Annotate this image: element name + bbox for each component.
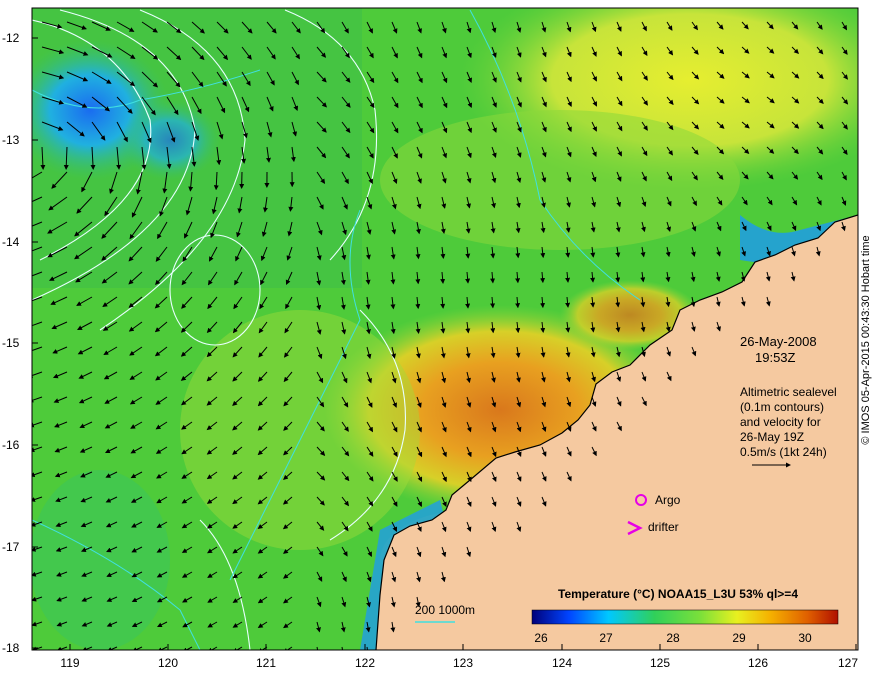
svg-text:26-May 19Z: 26-May 19Z [740, 430, 804, 444]
map-date: 26-May-2008 [740, 334, 817, 349]
svg-text:126: 126 [748, 656, 768, 670]
velocity-scale-label: 0.5m/s (1kt 24h) [740, 445, 827, 459]
plot-area [32, 8, 858, 650]
svg-text:125: 125 [650, 656, 670, 670]
svg-text:27: 27 [599, 631, 613, 645]
colorbar-title: Temperature (°C) NOAA15_L3U 53% ql>=4 [558, 587, 798, 601]
svg-text:124: 124 [552, 656, 572, 670]
bathy-label: 200 1000m [415, 603, 475, 617]
map-time: 19:53Z [755, 350, 796, 365]
svg-text:30: 30 [798, 631, 812, 645]
svg-text:120: 120 [158, 656, 178, 670]
svg-text:-15: -15 [2, 336, 20, 350]
colorbar [531, 609, 839, 625]
svg-text:29: 29 [732, 631, 746, 645]
svg-text:123: 123 [453, 656, 473, 670]
credit-text: © IMOS 05-Apr-2015 00:43:30 Hobart time [860, 235, 872, 445]
svg-text:26: 26 [534, 631, 548, 645]
svg-text:-18: -18 [2, 641, 20, 655]
svg-text:-17: -17 [2, 540, 20, 554]
svg-text:127: 127 [838, 656, 858, 670]
svg-text:-12: -12 [2, 31, 20, 45]
svg-text:-14: -14 [2, 235, 20, 249]
svg-text:28: 28 [666, 631, 680, 645]
argo-label: Argo [655, 493, 681, 507]
svg-text:-16: -16 [2, 438, 20, 452]
drifter-label: drifter [648, 520, 679, 534]
sst-map: -12 -13 -14 -15 -16 -17 -18 119 120 121 … [2, 7, 859, 670]
svg-text:121: 121 [256, 656, 276, 670]
svg-text:-13: -13 [2, 133, 20, 147]
svg-text:122: 122 [355, 656, 375, 670]
svg-text:119: 119 [60, 656, 79, 670]
svg-text:(0.1m contours): (0.1m contours) [740, 400, 824, 414]
svg-text:and velocity for: and velocity for [740, 415, 821, 429]
svg-text:Altimetric sealevel: Altimetric sealevel [740, 385, 837, 399]
